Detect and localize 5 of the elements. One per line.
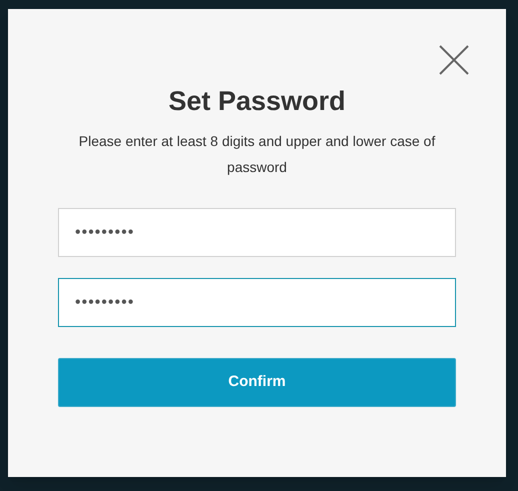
password-field[interactable]: ••••••••• — [58, 208, 456, 257]
dialog-title: Set Password — [168, 85, 346, 118]
dialog-description: Please enter at least 8 digits and upper and lower case of password — [78, 132, 436, 177]
password-field[interactable]: ••••••••• — [58, 278, 456, 327]
close-icon[interactable] — [439, 45, 469, 75]
